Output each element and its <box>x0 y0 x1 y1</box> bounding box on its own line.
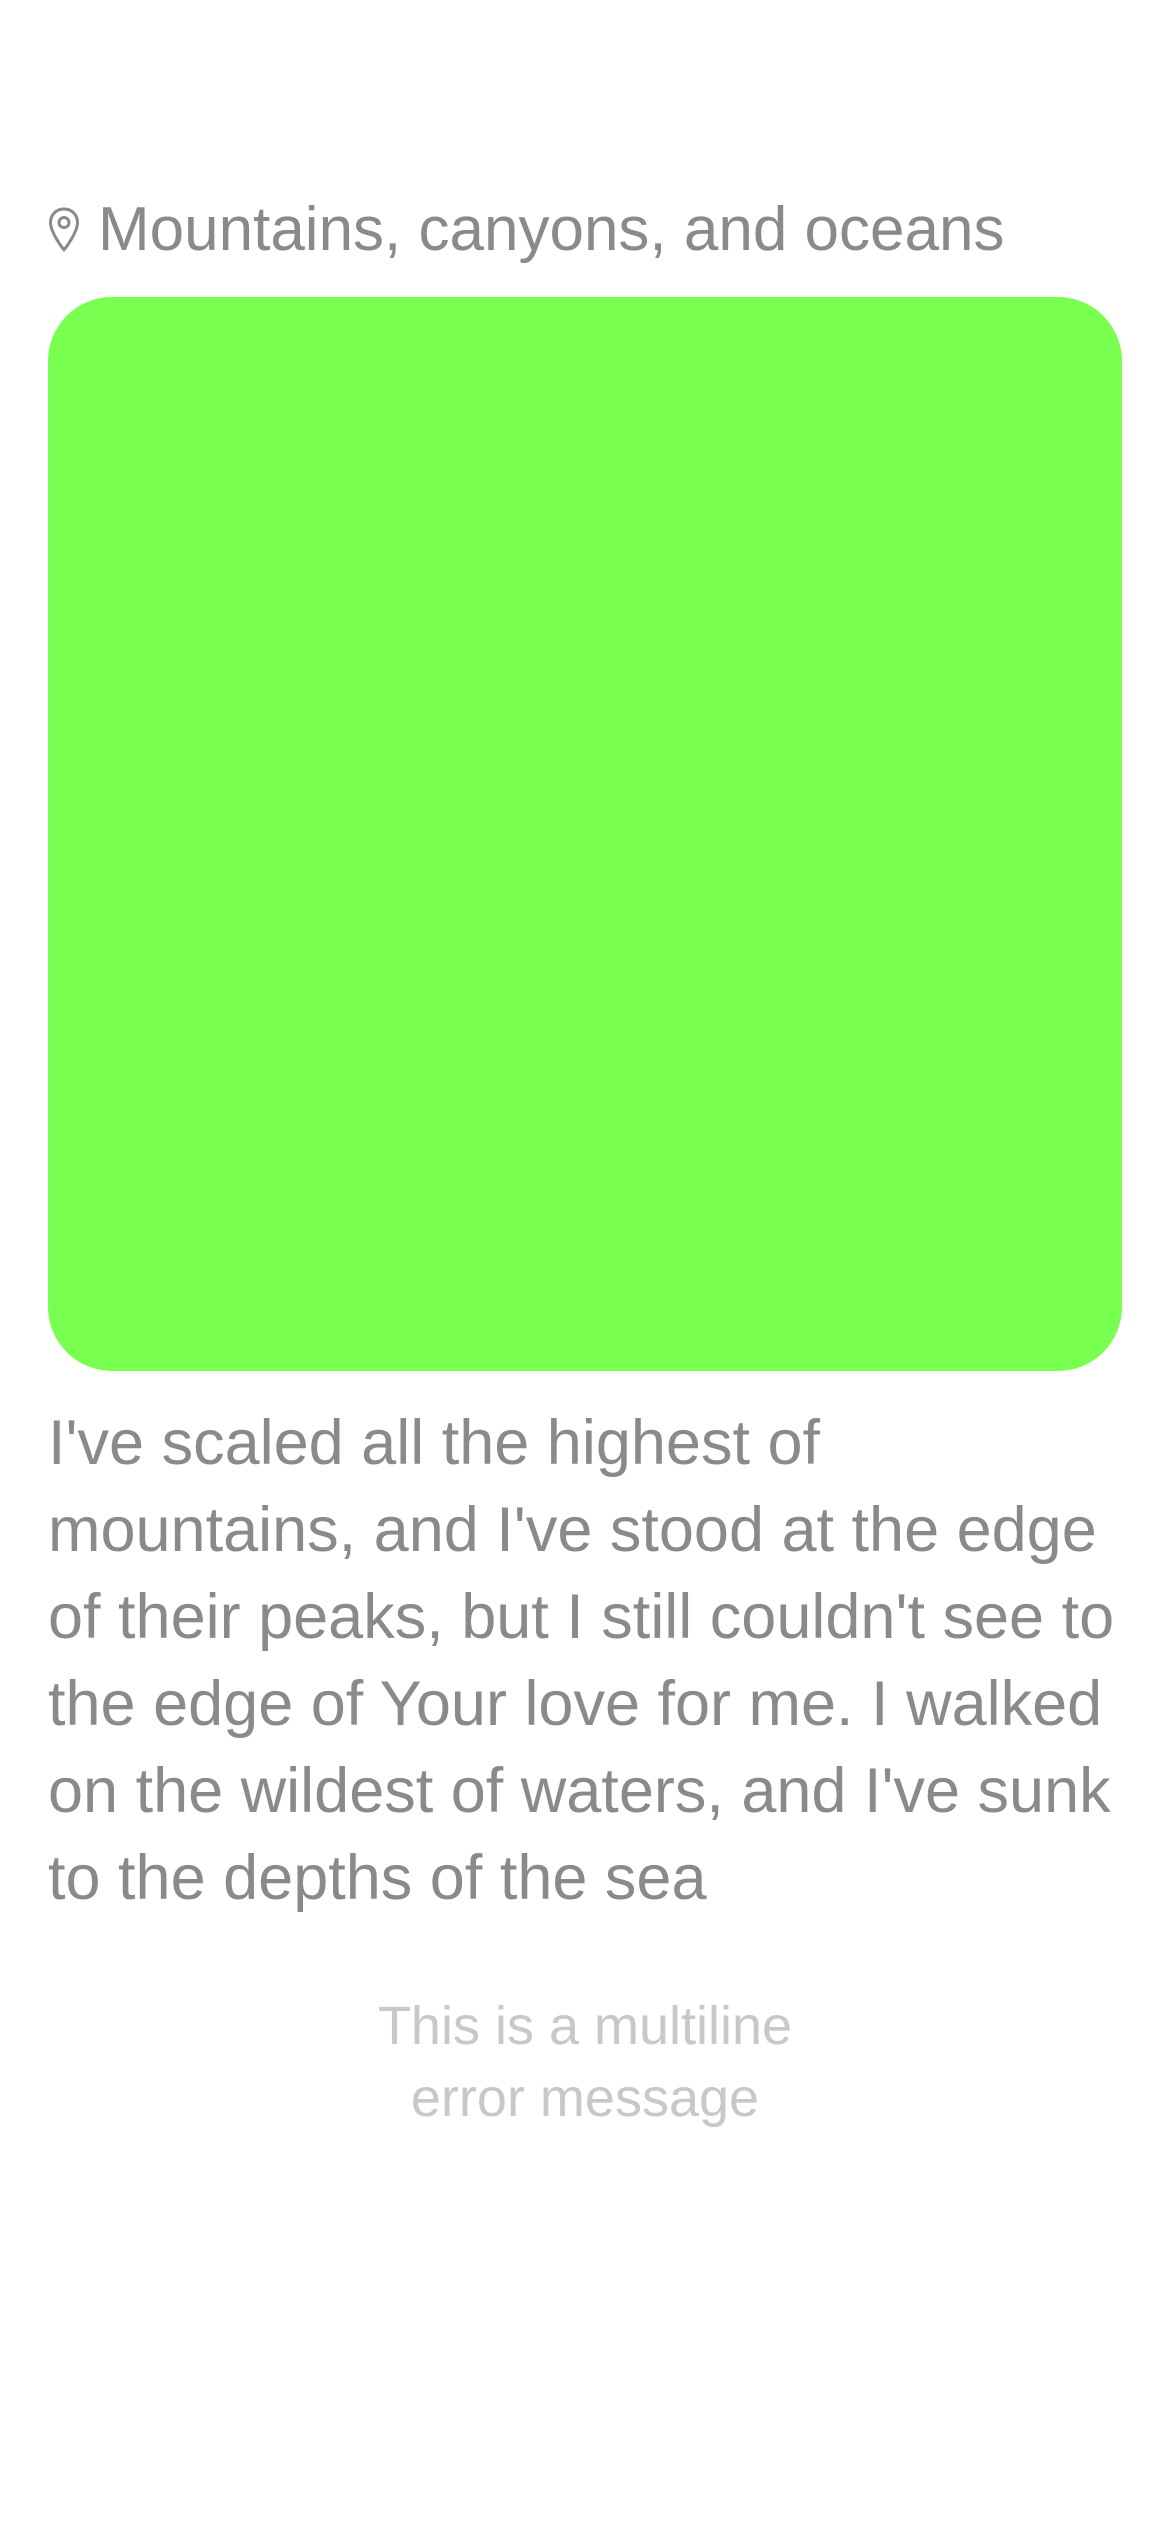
error-message-line-2: error message <box>410 2068 760 2128</box>
screen: Mountains, canyons, and oceans I've scal… <box>0 0 1170 2532</box>
post-image[interactable] <box>48 297 1122 1371</box>
location-row[interactable]: Mountains, canyons, and oceans <box>48 190 1004 270</box>
location-title: Mountains, canyons, and oceans <box>98 195 1005 264</box>
error-message: This is a multiline error message <box>0 1990 1170 2134</box>
post-description: I've scaled all the highest of mountains… <box>48 1408 1115 1913</box>
map-pin-icon <box>48 207 80 253</box>
error-message-line-1: This is a multiline <box>377 1996 793 2056</box>
